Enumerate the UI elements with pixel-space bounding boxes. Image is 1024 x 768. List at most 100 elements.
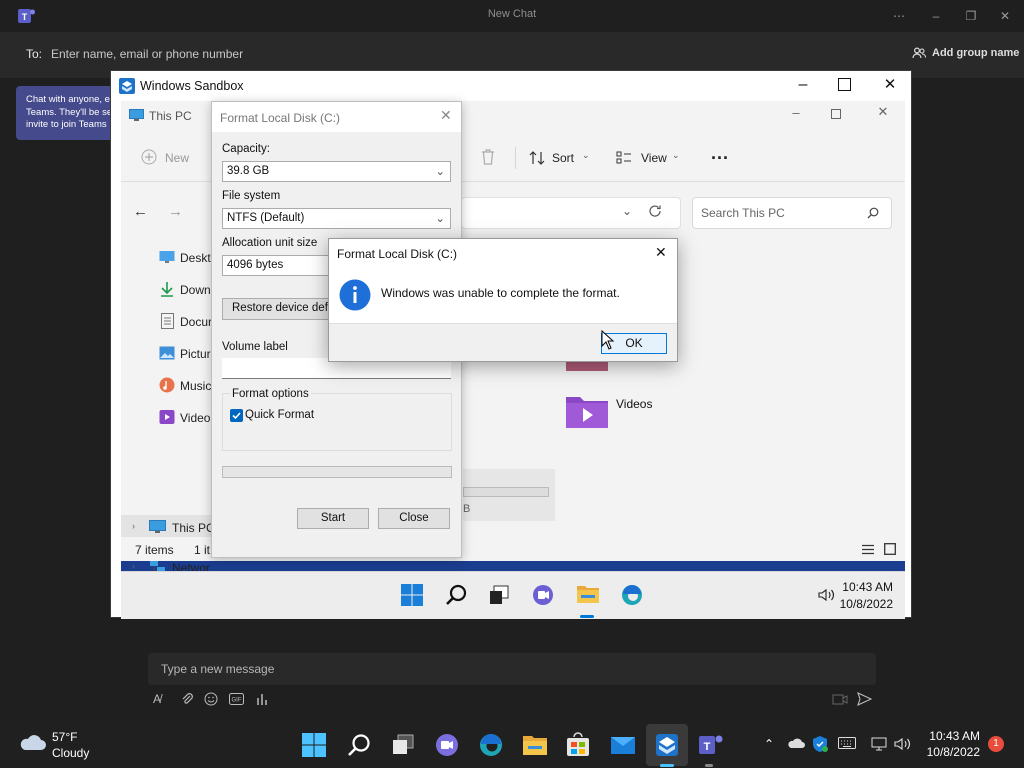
capacity-value: 39.8 GB [227,165,270,177]
add-group-name-button[interactable]: Add group name [932,47,1019,59]
edge-icon[interactable] [479,733,503,757]
search-input[interactable]: Search This PC [692,197,892,229]
search-icon[interactable] [445,584,467,606]
videos-folder-label[interactable]: Videos [616,397,652,411]
security-shield-icon[interactable] [811,735,829,753]
clock-date[interactable]: 10/8/2022 [910,745,980,759]
sandbox-clock-time[interactable]: 10:43 AM [835,580,893,594]
edge-icon[interactable] [621,584,643,606]
sandbox-close-button[interactable]: ✕ [881,75,899,95]
videos-folder-icon[interactable] [565,393,609,429]
close-button[interactable]: Close [378,508,450,529]
drive-usage-bar [463,487,549,497]
close-button[interactable]: ✕ [992,5,1018,27]
quick-format-checkbox[interactable] [230,409,243,422]
explorer-close-button[interactable]: ✕ [875,104,891,120]
minimize-button[interactable]: – [923,5,949,27]
nav-item-documents[interactable]: Docur [121,310,216,334]
drive-size-text: B [463,503,471,515]
more-button[interactable]: ... [711,143,729,164]
running-app-indicator [705,764,713,767]
item-count: 7 items [135,543,174,557]
start-icon[interactable] [401,584,423,606]
nav-item-videos[interactable]: Video [121,406,216,430]
sandbox-icon[interactable] [655,733,679,757]
search-icon[interactable] [347,733,371,757]
chevron-up-icon[interactable]: ⌃ [764,737,774,751]
sandbox-minimize-button[interactable]: – [794,77,812,95]
sort-button[interactable]: Sort [552,151,574,165]
more-options-icon[interactable]: ⋯ [886,5,912,27]
chevron-right-icon[interactable]: › [132,521,135,531]
poll-icon[interactable] [256,692,270,706]
cmdbar-divider [515,147,516,169]
svg-text:GIF: GIF [232,698,242,704]
window-title: New Chat [487,8,537,20]
gif-icon[interactable]: GIF [229,693,244,705]
sandbox-maximize-button[interactable] [838,78,851,91]
capacity-label: Capacity: [222,143,270,155]
explorer-minimize-button[interactable]: – [788,105,804,121]
address-bar[interactable]: ⌄ [461,197,681,229]
forward-arrow-icon[interactable]: → [168,203,183,220]
nav-item-pictures[interactable]: Pictur [121,342,216,366]
nav-item-desktop[interactable]: Deskto [121,246,217,270]
new-button[interactable]: New [165,151,189,165]
start-button[interactable]: Start [297,508,369,529]
recipient-input[interactable]: Enter name, email or phone number [51,47,243,61]
mail-icon[interactable] [610,734,636,756]
callout-line: invite to join Teams [26,119,107,130]
task-view-icon[interactable] [392,734,414,756]
details-view-icon[interactable] [862,544,874,555]
onedrive-icon[interactable] [787,737,805,749]
restore-button[interactable]: ❐ [958,5,984,27]
file-explorer-icon[interactable] [576,583,600,605]
volume-icon[interactable] [818,588,836,602]
back-arrow-icon[interactable]: ← [133,203,148,220]
to-label: To: [26,47,43,61]
sandbox-clock-date[interactable]: 10/8/2022 [835,597,893,611]
schedule-meeting-icon[interactable] [832,692,848,706]
send-icon[interactable] [857,692,872,706]
delete-icon[interactable] [480,148,496,166]
filesystem-label: File system [222,190,281,202]
new-plus-icon [141,149,157,165]
weather-temperature[interactable]: 57°F [52,730,77,744]
cloudy-weather-icon[interactable] [18,732,46,752]
start-icon[interactable] [302,733,326,757]
teams-icon[interactable]: T [698,733,724,757]
filesystem-select[interactable]: NTFS (Default) ⌄ [222,208,451,229]
capacity-select[interactable]: 39.8 GB ⌄ [222,161,451,182]
network-icon[interactable] [871,736,889,752]
nav-item-music[interactable]: Music [121,374,216,398]
teams-chat-icon[interactable] [532,584,554,606]
drive-tile[interactable]: B [463,469,555,521]
emoji-icon[interactable] [204,692,218,706]
task-view-icon[interactable] [489,585,509,605]
tiles-view-icon[interactable] [884,543,896,555]
store-icon[interactable] [566,732,590,758]
chevron-right-icon[interactable]: › [132,561,135,571]
sandbox-taskbar: 10:43 AM 10/8/2022 [121,571,905,619]
message-composer[interactable]: Type a new message [148,653,876,685]
teams-titlebar: T New Chat ⋯ – ❐ ✕ [0,0,1024,32]
view-button[interactable]: View [641,151,667,165]
teams-chat-icon[interactable] [435,733,459,757]
pictures-icon [159,346,175,360]
notification-badge[interactable]: 1 [988,736,1004,752]
keyboard-icon[interactable] [838,737,856,749]
format-dialog-close-icon[interactable]: ✕ [440,107,452,124]
file-explorer-icon[interactable] [522,733,548,757]
explorer-maximize-button[interactable] [831,109,841,119]
nav-item-downloads[interactable]: Down [121,278,216,302]
active-app-indicator [580,615,594,618]
attach-icon[interactable] [180,692,194,706]
clock-time[interactable]: 10:43 AM [910,729,980,743]
format-icon[interactable]: A̸ [153,692,167,706]
refresh-icon[interactable] [648,204,662,218]
message-box-close-icon[interactable]: ✕ [655,244,667,261]
chevron-down-icon[interactable]: ⌄ [622,204,632,218]
this-pc-icon [149,520,166,534]
weather-description[interactable]: Cloudy [52,746,89,760]
composer-placeholder: Type a new message [161,662,275,676]
